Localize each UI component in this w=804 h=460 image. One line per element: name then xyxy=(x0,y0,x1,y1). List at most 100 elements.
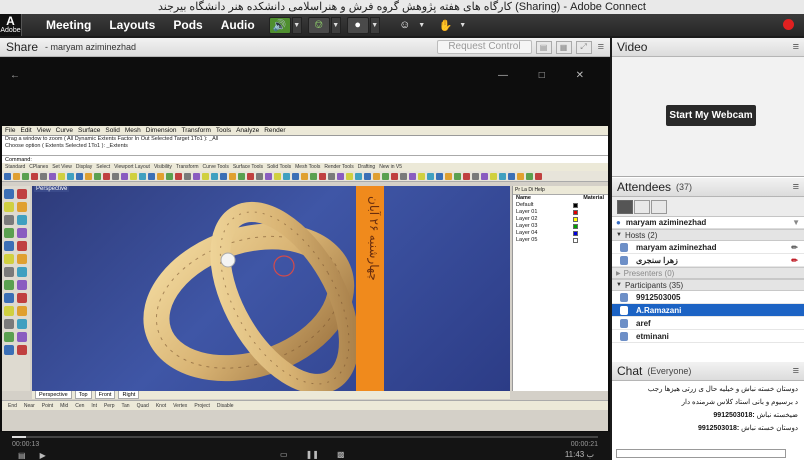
osnap-item[interactable]: Near xyxy=(24,401,35,410)
side-tool-icon[interactable] xyxy=(17,306,27,316)
osnap-item[interactable]: Vertex xyxy=(173,401,187,410)
side-tool-icon[interactable] xyxy=(4,267,14,277)
layer-color-swatch[interactable] xyxy=(573,224,578,229)
menu-audio[interactable]: Audio xyxy=(221,18,255,32)
layer-row[interactable]: Layer 02 xyxy=(513,216,608,223)
chevron-down-icon[interactable]: ▼ xyxy=(291,16,302,34)
fit-width-icon[interactable]: ▦ xyxy=(555,40,572,54)
toolbar-tool-icon[interactable] xyxy=(292,172,299,180)
layer-color-swatch[interactable] xyxy=(573,210,578,215)
side-tool-icon[interactable] xyxy=(4,215,14,225)
toolbar-tool-icon[interactable] xyxy=(130,172,137,180)
osnap-item[interactable]: Cen xyxy=(75,401,84,410)
toolbar-tool-icon[interactable] xyxy=(499,172,506,180)
attendee-row[interactable]: aref xyxy=(612,317,804,330)
toolbar-tool-icon[interactable] xyxy=(67,172,74,180)
toolbar-tool-icon[interactable] xyxy=(49,172,56,180)
caption-icon[interactable]: ▤ xyxy=(18,451,26,460)
attendee-row[interactable]: زهرا سنجری ✏ xyxy=(612,254,804,267)
attendee-row[interactable]: 9912503005 xyxy=(612,291,804,304)
toolbar-tool-icon[interactable] xyxy=(112,172,119,180)
toolbar-tool-icon[interactable] xyxy=(211,172,218,180)
osnap-item[interactable]: Int xyxy=(91,401,97,410)
toolbar-tool-icon[interactable] xyxy=(139,172,146,180)
toolbar-tool-icon[interactable] xyxy=(85,172,92,180)
pip-icon[interactable]: ▩ xyxy=(337,450,345,459)
side-tool-icon[interactable] xyxy=(4,202,14,212)
webcam-icon[interactable]: ● xyxy=(346,16,369,34)
layer-row[interactable]: Layer 03 xyxy=(513,223,608,230)
toolbar-tool-icon[interactable] xyxy=(166,172,173,180)
side-tool-icon[interactable] xyxy=(17,280,27,290)
microphone-icon[interactable]: ⎊ xyxy=(307,16,330,34)
toolbar-tool-icon[interactable] xyxy=(229,172,236,180)
side-tool-icon[interactable] xyxy=(4,293,14,303)
toolbar-tool-icon[interactable] xyxy=(355,172,362,180)
pod-menu-icon[interactable]: ≡ xyxy=(598,41,604,53)
toolbar-tool-icon[interactable] xyxy=(40,172,47,180)
pod-menu-icon[interactable]: ≡ xyxy=(793,41,799,53)
toolbar-tool-icon[interactable] xyxy=(445,172,452,180)
speaker-icon[interactable]: 🔊 xyxy=(268,16,291,34)
side-tool-icon[interactable] xyxy=(4,306,14,316)
attendee-row[interactable]: maryam aziminezhad ✏ xyxy=(612,241,804,254)
toolbar-tool-icon[interactable] xyxy=(418,172,425,180)
side-tool-icon[interactable] xyxy=(4,189,14,199)
side-tool-icon[interactable] xyxy=(17,345,27,355)
osnap-item[interactable]: End xyxy=(8,401,17,410)
menu-pods[interactable]: Pods xyxy=(173,18,202,32)
osnap-item[interactable]: Perp xyxy=(104,401,115,410)
side-tool-icon[interactable] xyxy=(4,319,14,329)
toolbar-tool-icon[interactable] xyxy=(310,172,317,180)
side-tool-icon[interactable] xyxy=(4,332,14,342)
recording-indicator-icon[interactable] xyxy=(783,19,794,30)
side-tool-icon[interactable] xyxy=(17,332,27,342)
layer-row[interactable]: Default xyxy=(513,202,608,209)
attendee-row[interactable]: etminani xyxy=(612,330,804,343)
side-tool-icon[interactable] xyxy=(4,280,14,290)
toolbar-tool-icon[interactable] xyxy=(463,172,470,180)
pause-icon[interactable]: ❚❚ xyxy=(306,450,319,459)
chat-input[interactable] xyxy=(616,449,786,458)
viewport-tab[interactable]: Perspective xyxy=(35,391,72,399)
toolbar-tool-icon[interactable] xyxy=(202,172,209,180)
toolbar-tool-icon[interactable] xyxy=(409,172,416,180)
layer-color-swatch[interactable] xyxy=(573,231,578,236)
toolbar-tool-icon[interactable] xyxy=(94,172,101,180)
user-status-icon[interactable]: ☺ xyxy=(394,17,416,34)
toolbar-tool-icon[interactable] xyxy=(301,172,308,180)
chevron-down-icon[interactable]: ▼ xyxy=(369,16,380,34)
side-tool-icon[interactable] xyxy=(17,228,27,238)
side-tool-icon[interactable] xyxy=(17,189,27,199)
layer-row[interactable]: Layer 05 xyxy=(513,237,608,244)
toolbar-tool-icon[interactable] xyxy=(13,172,20,180)
toolbar-tool-icon[interactable] xyxy=(373,172,380,180)
toolbar-tool-icon[interactable] xyxy=(31,172,38,180)
hosts-group[interactable]: ▼ Hosts (2) xyxy=(612,229,804,241)
toolbar-tool-icon[interactable] xyxy=(391,172,398,180)
osnap-item[interactable]: Disable xyxy=(217,401,234,410)
toolbar-tool-icon[interactable] xyxy=(175,172,182,180)
viewport-tab[interactable]: Right xyxy=(118,391,140,399)
layer-color-swatch[interactable] xyxy=(573,238,578,243)
menu-layouts[interactable]: Layouts xyxy=(109,18,155,32)
toolbar-tool-icon[interactable] xyxy=(481,172,488,180)
request-control-button[interactable]: Request Control xyxy=(437,40,532,54)
side-tool-icon[interactable] xyxy=(17,267,27,277)
list-view-icon[interactable] xyxy=(617,199,633,214)
toolbar-tool-icon[interactable] xyxy=(508,172,515,180)
toolbar-tool-icon[interactable] xyxy=(319,172,326,180)
toolbar-tool-icon[interactable] xyxy=(58,172,65,180)
toolbar-tool-icon[interactable] xyxy=(274,172,281,180)
toolbar-tool-icon[interactable] xyxy=(220,172,227,180)
side-tool-icon[interactable] xyxy=(4,228,14,238)
toolbar-tool-icon[interactable] xyxy=(265,172,272,180)
toolbar-tool-icon[interactable] xyxy=(4,172,11,180)
chevron-down-icon[interactable]: ▼ xyxy=(417,17,427,34)
toolbar-tool-icon[interactable] xyxy=(184,172,191,180)
side-tool-icon[interactable] xyxy=(17,319,27,329)
back-arrow-icon[interactable]: ← xyxy=(10,70,20,81)
toolbar-tool-icon[interactable] xyxy=(436,172,443,180)
layer-row[interactable]: Layer 04 xyxy=(513,230,608,237)
toolbar-tool-icon[interactable] xyxy=(382,172,389,180)
